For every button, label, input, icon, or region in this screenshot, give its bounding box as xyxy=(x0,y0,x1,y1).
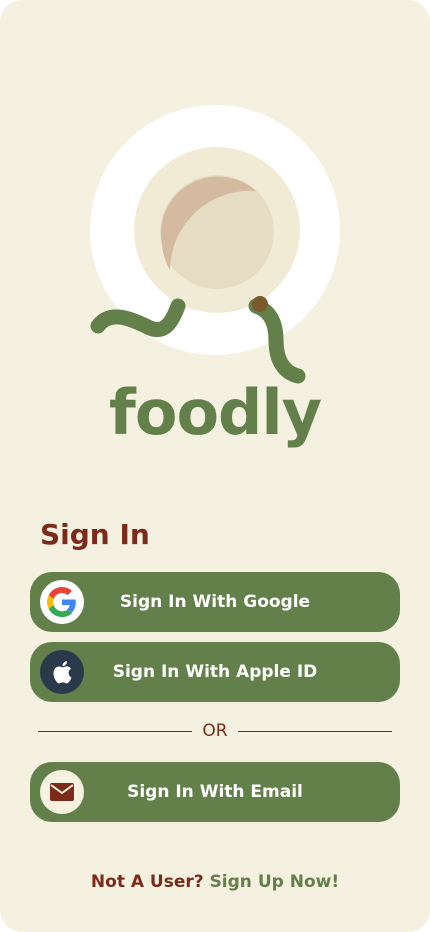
apple-signin-button[interactable]: Sign In With Apple ID xyxy=(30,642,400,702)
not-a-user-text: Not A User? xyxy=(90,872,204,892)
or-divider: OR xyxy=(38,720,392,742)
sign-up-link[interactable]: Sign Up Now! xyxy=(210,872,340,892)
google-signin-label: Sign In With Google xyxy=(119,592,311,612)
signin-title: Sign In xyxy=(40,518,150,551)
divider-line-right xyxy=(238,731,392,732)
foodly-logo-icon xyxy=(90,105,340,384)
brand-name: foodly xyxy=(108,376,322,449)
email-signin-label: Sign In With Email xyxy=(127,782,303,802)
google-signin-button[interactable]: Sign In With Google xyxy=(30,572,400,632)
apple-signin-label: Sign In With Apple ID xyxy=(112,662,318,682)
email-signin-button[interactable]: Sign In With Email xyxy=(30,762,400,822)
signup-prompt: Not A User? Sign Up Now! xyxy=(0,870,430,894)
signin-screen: foodly Sign In Sign In With Google Sign … xyxy=(0,0,430,932)
